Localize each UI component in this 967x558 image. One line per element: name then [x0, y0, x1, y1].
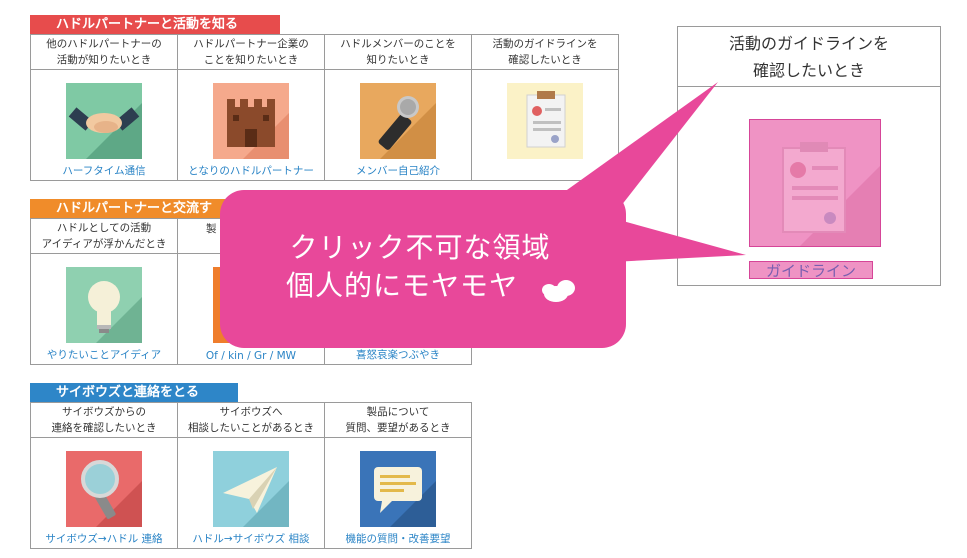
- callout-text: クリック不可な領域 個人的にモヤモヤ: [285, 231, 551, 302]
